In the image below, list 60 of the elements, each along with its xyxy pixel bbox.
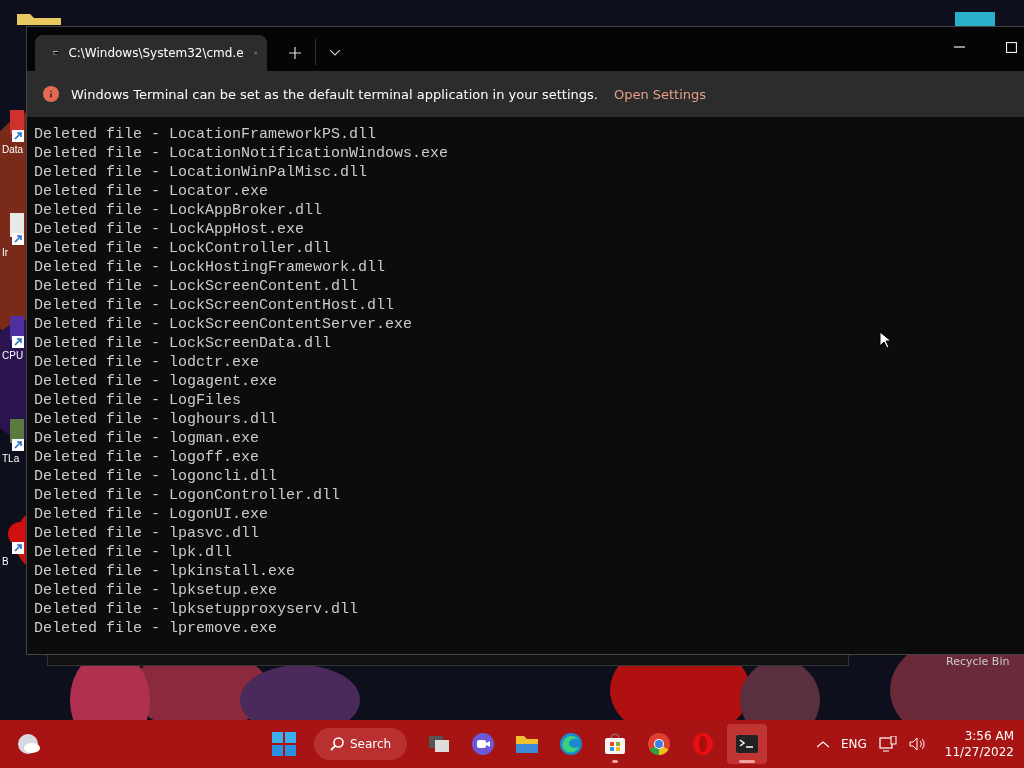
console-line: Deleted file - lpasvc.dll [34, 524, 260, 543]
console-line: Deleted file - LogonUI.exe [34, 505, 269, 524]
icon-label[interactable]: Data [2, 144, 24, 155]
console-line: Deleted file - logoncli.dll [34, 467, 278, 486]
console-line: Deleted file - loghours.dll [34, 410, 278, 429]
console-line: Deleted file - Locator.exe [34, 182, 269, 201]
console-line: Deleted file - LockHostingFramework.dll [34, 258, 386, 277]
chevron-down-icon[interactable] [330, 50, 340, 56]
network-icon[interactable] [878, 736, 897, 752]
console-line: Deleted file - LockScreenContentServer.exe [34, 315, 413, 334]
console-line: Deleted file - logman.exe [34, 429, 260, 448]
tab[interactable]: C:\Windows\System32\cmd.e [35, 35, 267, 71]
icon-label[interactable]: CPU [2, 350, 24, 361]
console-line: Deleted file - LocationWinPalMisc.dll [34, 163, 368, 182]
terminal-icon [735, 732, 760, 756]
console-line: Deleted file - LockScreenContent.dll [34, 277, 359, 296]
icon-label[interactable]: TLa [2, 453, 20, 464]
plus-icon[interactable] [289, 47, 301, 59]
volume-icon[interactable] [908, 737, 925, 751]
console-line: Deleted file - LockAppHost.exe [34, 220, 305, 239]
weather-icon[interactable] [17, 733, 41, 755]
console-line: Deleted file - lpksetup.exe [34, 581, 278, 600]
console-line: Deleted file - LogFiles [34, 391, 242, 410]
console-line: Deleted file - LockAppBroker.dll [34, 201, 323, 220]
console-line: Deleted file - LockController.dll [34, 239, 332, 258]
console-line: Deleted file - logoff.exe [34, 448, 260, 467]
ring-icon [691, 732, 716, 756]
console-line: Deleted file - lodctr.exe [34, 353, 260, 372]
search-button[interactable]: Search [314, 728, 408, 760]
console-line: Deleted file - lpremove.exe [34, 619, 278, 638]
browser-icon [559, 732, 584, 756]
console-line: Deleted file - LocationFrameworkPS.dll [34, 125, 377, 144]
clock-date[interactable]: 11/27/2022 [944, 744, 1014, 760]
console-line: Deleted file - lpksetupproxyserv.dll [34, 600, 359, 619]
chevron-up-icon[interactable] [816, 740, 829, 748]
icon-label[interactable]: Ir [2, 247, 9, 258]
search-icon [330, 737, 344, 751]
info-icon [43, 86, 59, 102]
console-line: Deleted file - LocationNotificationWindows.exe [34, 144, 449, 163]
browser-icon [647, 732, 672, 756]
language-indicator[interactable]: ENG [840, 737, 867, 751]
tab-title: C:\Windows\System32\cmd.e [68, 46, 244, 60]
video-chat-icon [471, 732, 496, 756]
console-line: Deleted file - LockScreenData.dll [34, 334, 332, 353]
notification-text: Windows Terminal can be set as the default terminal application in your settings. [71, 86, 598, 102]
maximize-icon[interactable] [1006, 42, 1017, 53]
console-line: Deleted file - logagent.exe [34, 372, 278, 391]
mouse-pointer-icon [879, 331, 891, 349]
console-line: Deleted file - lpkinstall.exe [34, 562, 296, 581]
shopping-bag-icon [603, 732, 628, 756]
icon-label[interactable]: B [2, 556, 9, 567]
windows-start-icon[interactable] [272, 732, 296, 756]
console-line: Deleted file - lpk.dll [34, 543, 233, 562]
taskbar-app[interactable] [727, 724, 768, 764]
close-icon[interactable] [253, 48, 257, 58]
clock-time[interactable]: 3:56 AM [964, 728, 1014, 744]
console-line: Deleted file - LogonController.dll [34, 486, 341, 505]
open-settings-link[interactable]: Open Settings [613, 86, 707, 102]
console-line: Deleted file - LockScreenContentHost.dll [34, 296, 395, 315]
icon-label[interactable]: Recycle Bin [946, 655, 1010, 668]
